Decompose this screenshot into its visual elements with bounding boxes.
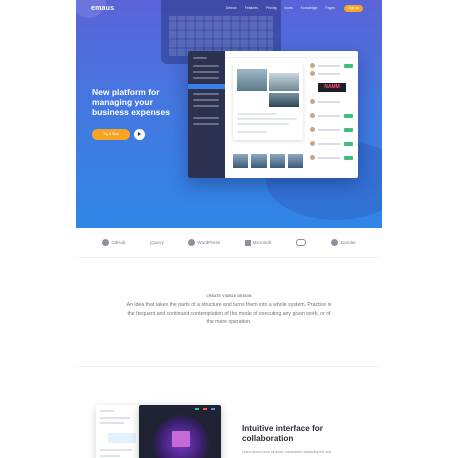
nav-links: Demos Features Pricing Icons Knowledge P… — [226, 6, 335, 10]
logo-label: jQuery — [150, 240, 164, 245]
logo-joomla: Joomla! — [330, 239, 356, 246]
logo-wordpress: WordPress — [188, 239, 220, 246]
client-logos: GitHub jQuery WordPress Microsoft Joomla… — [76, 228, 382, 258]
about-paragraph: An idea that takes the parts of a struct… — [126, 302, 332, 326]
media-mockup — [139, 405, 221, 458]
nav-link-pricing[interactable]: Pricing — [266, 6, 276, 10]
try-it-now-button[interactable]: Try it Now — [92, 129, 130, 140]
mockup-feed-card — [233, 63, 303, 140]
section-divider — [76, 366, 382, 367]
nav-link-features[interactable]: Features — [245, 6, 258, 10]
logo-jquery: jQuery — [150, 240, 164, 245]
logo-label: Joomla! — [339, 240, 356, 245]
feature-subtitle: Lorem ipsum dolor sit amet, consectetur … — [242, 450, 331, 454]
mockup-sidebar — [188, 51, 225, 178]
wordpress-icon — [188, 239, 196, 246]
chat-mockup — [96, 405, 140, 458]
logo-github: GitHub — [102, 239, 126, 246]
nav-link-knowledge[interactable]: Knowledge — [301, 6, 318, 10]
nav-link-pages[interactable]: Pages — [325, 6, 335, 10]
logo-script — [295, 239, 306, 246]
logo-label: GitHub — [111, 240, 126, 245]
hero-section: emaus Demos Features Pricing Icons Knowl… — [76, 0, 382, 228]
logo-label: Microsoft — [252, 240, 272, 245]
nav-link-icons[interactable]: Icons — [285, 6, 293, 10]
logo-label: WordPress — [197, 240, 221, 245]
mockup-topbar — [225, 51, 358, 58]
hero-headline: New platform for managing your business … — [92, 87, 170, 117]
top-navigation: emaus Demos Features Pricing Icons Knowl… — [76, 0, 382, 18]
dashboard-mockup: NAMM — [188, 51, 358, 178]
brand-logo[interactable]: emaus — [91, 5, 114, 12]
logo-microsoft: Microsoft — [244, 239, 272, 246]
mockup-namm-badge: NAMM — [318, 83, 346, 92]
mockup-activity-panel: NAMM — [310, 61, 354, 171]
signup-button[interactable]: Sign up — [344, 5, 363, 12]
script-logo-icon — [295, 239, 306, 246]
nav-link-demos[interactable]: Demos — [226, 6, 237, 10]
landing-page: emaus Demos Features Pricing Icons Knowl… — [76, 0, 382, 458]
joomla-icon — [330, 239, 338, 246]
mockup-image-strip — [233, 154, 303, 168]
github-icon — [102, 239, 110, 246]
microsoft-icon — [244, 239, 251, 246]
play-video-icon[interactable] — [134, 129, 145, 140]
feature-title: Intuitive interface for collaboration — [242, 424, 323, 443]
section-eyebrow: CREATE VISIBLE DESIGN — [206, 294, 252, 298]
